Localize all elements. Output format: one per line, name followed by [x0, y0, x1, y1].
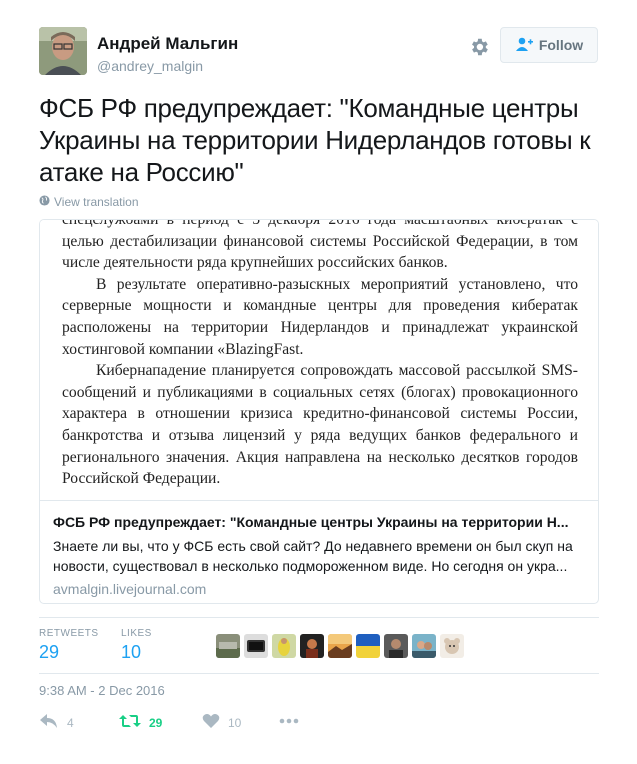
card-document-image: спецслужбами в период с 5 декабря 2016 г…: [40, 220, 598, 501]
retweet-count: 29: [149, 715, 163, 730]
author-name[interactable]: Андрей Мальгин: [97, 34, 238, 54]
follow-button-label: Follow: [538, 37, 584, 53]
divider: [39, 617, 599, 618]
liker-avatar[interactable]: [300, 634, 324, 658]
gear-icon[interactable]: [468, 36, 490, 58]
liker-avatar[interactable]: [384, 634, 408, 658]
like-button[interactable]: 10: [202, 713, 241, 732]
author-handle[interactable]: @andrey_malgin: [97, 58, 203, 74]
liker-avatar[interactable]: [216, 634, 240, 658]
add-user-icon: [515, 36, 533, 55]
like-count: 10: [228, 715, 242, 730]
reply-button[interactable]: 4: [39, 713, 74, 732]
retweets-count: 29: [39, 642, 60, 662]
retweets-stat[interactable]: RETWEETS 29: [39, 628, 99, 663]
liker-avatar[interactable]: [244, 634, 268, 658]
retweets-label: RETWEETS: [39, 628, 99, 639]
liker-avatar[interactable]: [412, 634, 436, 658]
liker-avatars: [216, 634, 464, 658]
tweet-header: Андрей Мальгин @andrey_malgin Follow: [39, 27, 599, 77]
document-paragraph: спецслужбами в период с 5 декабря 2016 г…: [62, 220, 578, 272]
retweet-icon: [119, 713, 141, 732]
author-avatar[interactable]: [39, 27, 87, 75]
link-card[interactable]: спецслужбами в период с 5 декабря 2016 г…: [39, 219, 599, 604]
more-button[interactable]: [279, 713, 299, 727]
globe-icon: [39, 195, 50, 209]
likes-label: LIKES: [121, 628, 152, 639]
tweet-timestamp[interactable]: 9:38 AM - 2 Dec 2016: [39, 683, 165, 698]
heart-icon: [202, 713, 220, 732]
follow-button[interactable]: Follow: [500, 27, 598, 63]
retweet-button[interactable]: 29: [119, 713, 162, 732]
liker-avatar[interactable]: [272, 634, 296, 658]
card-description: Знаете ли вы, что у ФСБ есть свой сайт? …: [53, 538, 573, 574]
document-paragraph: Кибернападение планируется сопровождать …: [62, 362, 578, 488]
view-translation-link[interactable]: View translation: [39, 195, 139, 209]
document-text: спецслужбами в период с 5 декабря 2016 г…: [62, 220, 578, 490]
divider: [39, 673, 599, 674]
likes-stat[interactable]: LIKES 10: [121, 628, 152, 663]
more-icon: [279, 713, 299, 727]
reply-icon: [39, 713, 59, 732]
liker-avatar[interactable]: [440, 634, 464, 658]
card-domain[interactable]: avmalgin.livejournal.com: [53, 580, 588, 598]
likes-count: 10: [121, 642, 142, 662]
card-body: ФСБ РФ предупреждает: "Командные центры …: [53, 513, 588, 598]
document-paragraph: В результате оперативно-разыскных меропр…: [62, 275, 578, 358]
liker-avatar[interactable]: [356, 634, 380, 658]
reply-count: 4: [67, 715, 74, 730]
liker-avatar[interactable]: [328, 634, 352, 658]
card-title[interactable]: ФСБ РФ предупреждает: "Командные центры …: [53, 513, 588, 531]
tweet-text: ФСБ РФ предупреждает: "Командные центры …: [39, 93, 591, 187]
view-translation-label: View translation: [54, 195, 139, 209]
